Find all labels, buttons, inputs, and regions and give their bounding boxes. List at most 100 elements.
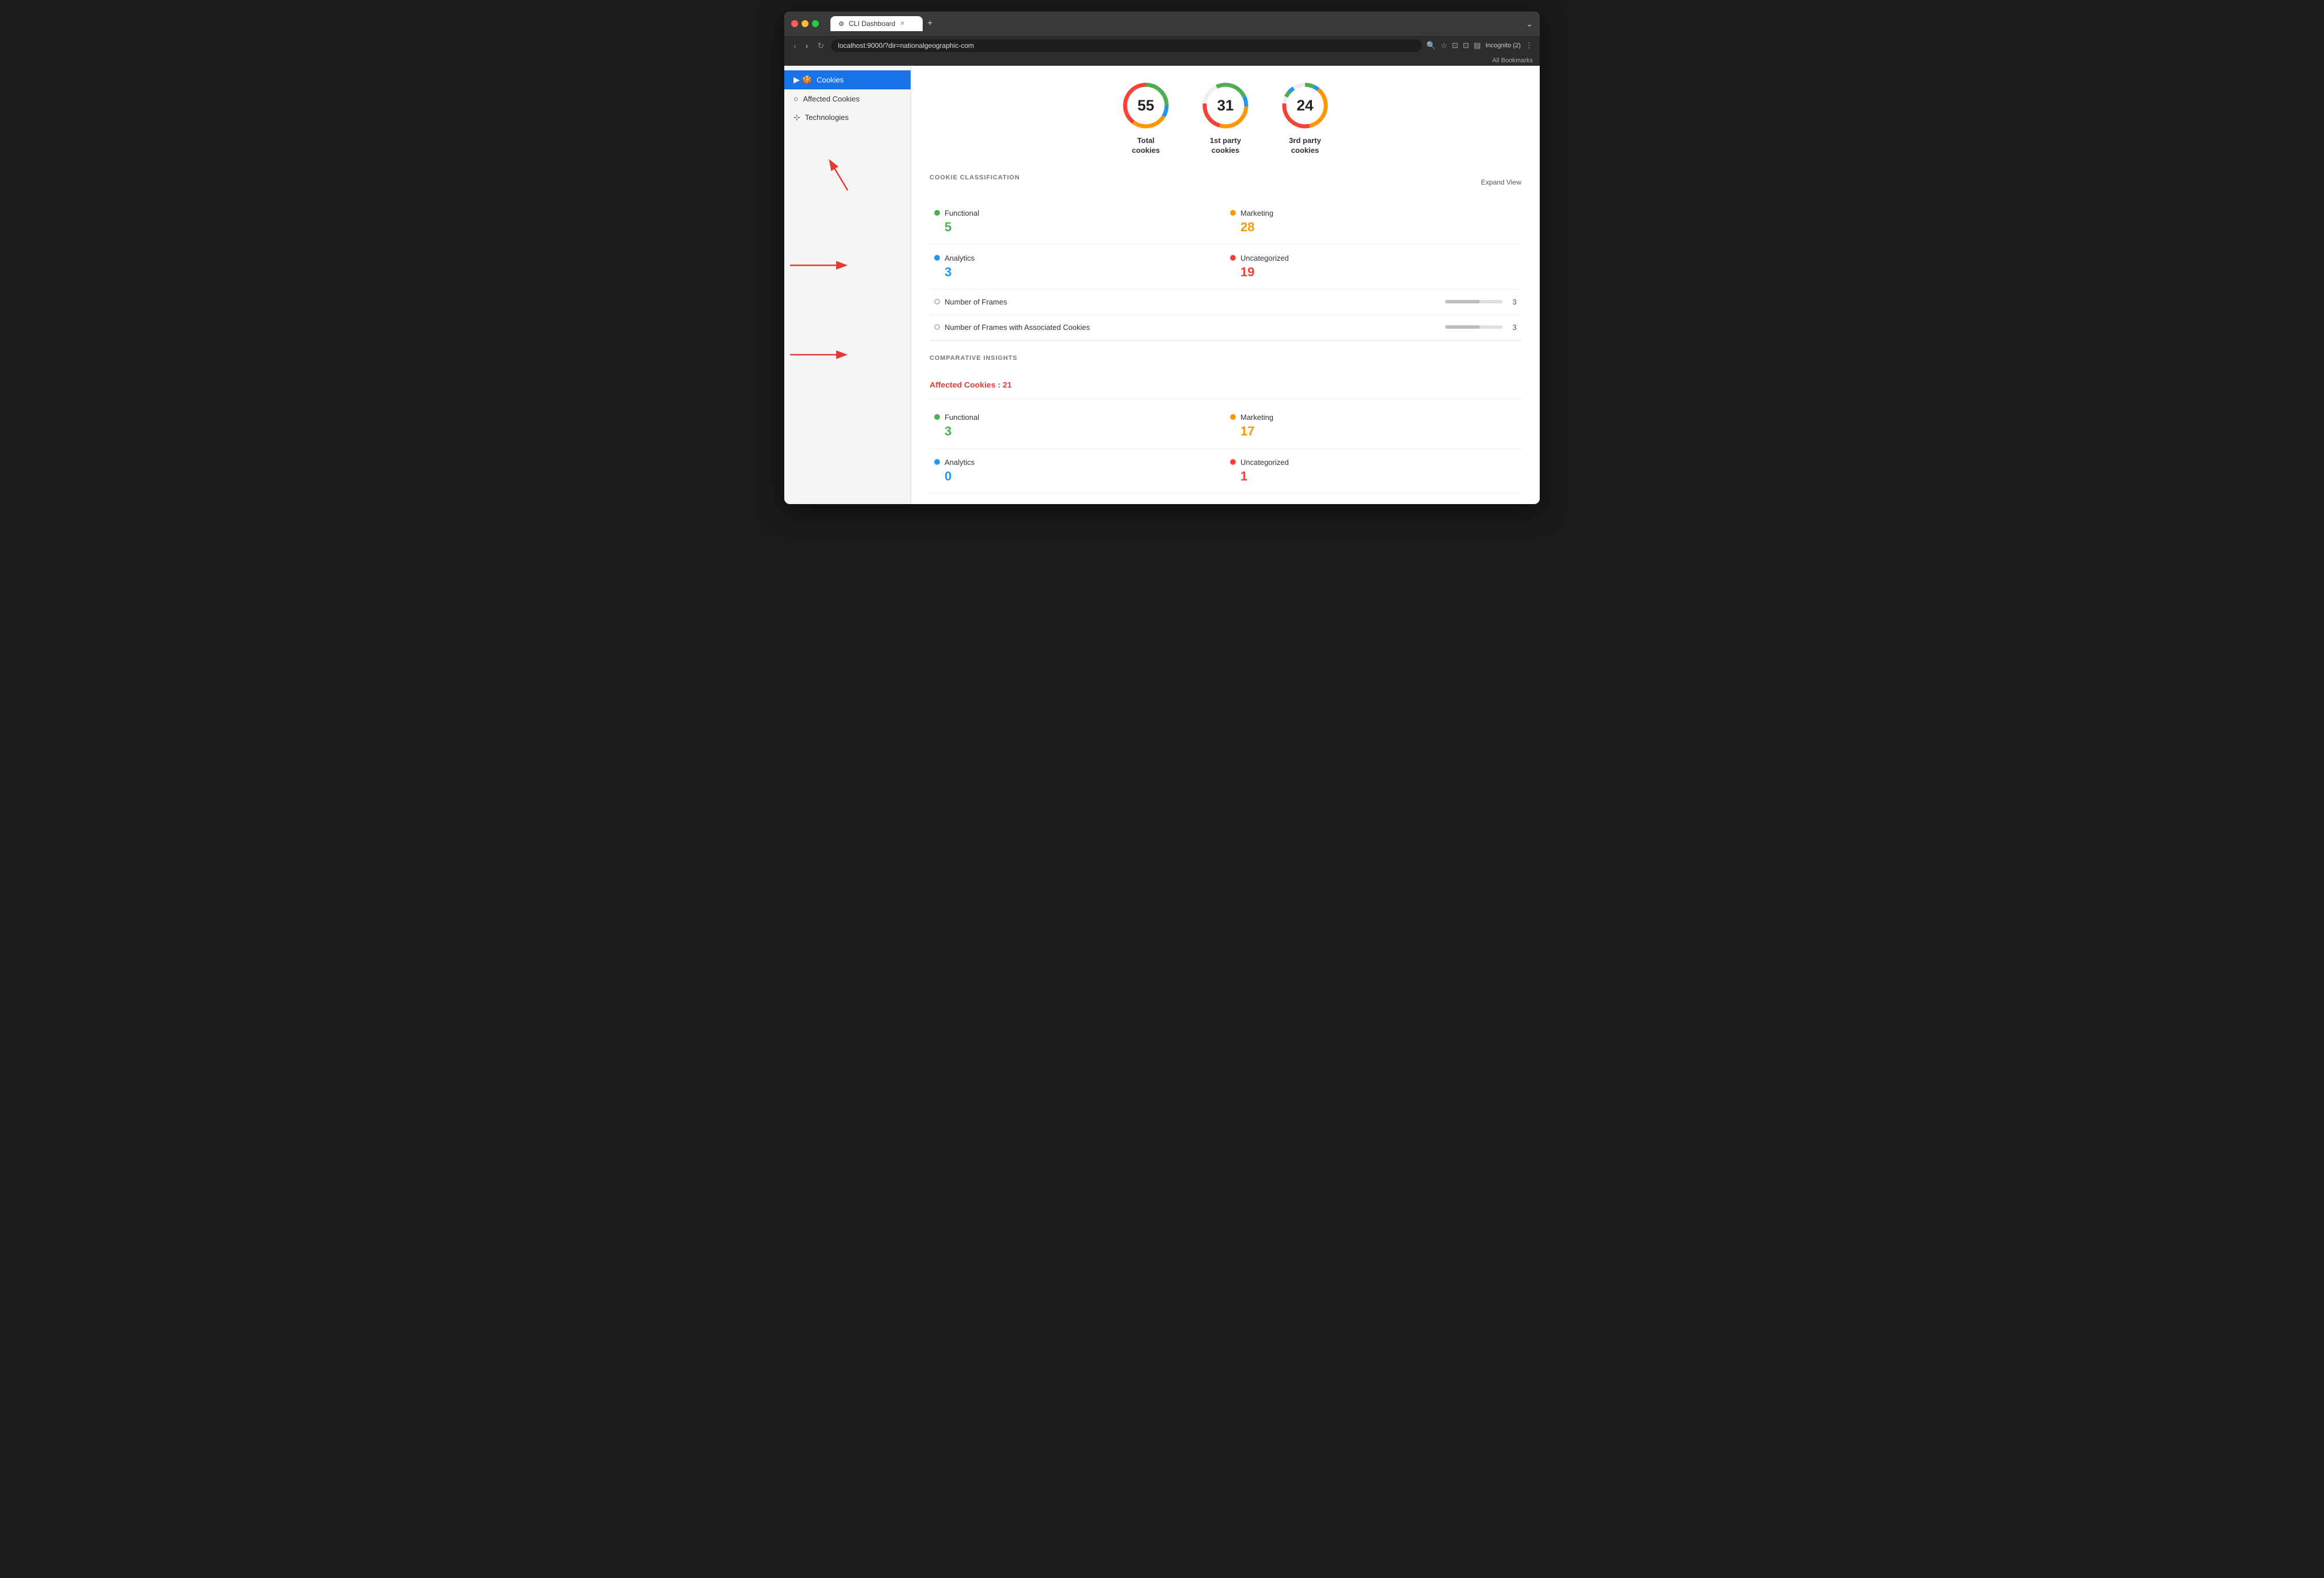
comparative-header: COMPARATIVE INSIGHTS [930,355,1521,371]
back-button[interactable]: ‹ [791,40,799,51]
frames-cookies-dot [934,324,940,330]
comparative-grid: Functional 3 Marketing 17 [930,404,1521,494]
uncategorized-label: Uncategorized [1240,254,1289,262]
stat-third-party: 24 3rd party cookies [1279,80,1331,156]
comp-functional-count: 3 [934,424,1221,439]
technologies-icon: ⊹ [794,112,800,122]
arrow-right-annotation-1 [784,257,853,274]
comp-functional: Functional 3 [930,404,1225,449]
frame-row-num-frames: Number of Frames 3 [930,290,1521,315]
bookmarks-bar: All Bookmarks [784,55,1540,66]
affected-cookies-icon: ○ [794,94,798,103]
refresh-button[interactable]: ↻ [815,40,826,52]
class-marketing: Marketing 28 [1225,200,1521,245]
marketing-count: 28 [1230,220,1517,235]
functional-label: Functional [945,209,979,217]
frames-count: 3 [1507,298,1517,306]
url-text: localhost:9000/?dir=nationalgeographic-c… [838,42,974,50]
stats-row: 55 Total cookies [930,80,1521,156]
classification-header: COOKIE CLASSIFICATION Expand View [930,174,1521,190]
affected-cookies-label: Affected Cookies : 21 [930,380,1521,389]
analytics-count: 3 [934,265,1221,280]
comp-uncategorized-count: 1 [1230,469,1517,484]
sidebar-item-affected-cookies[interactable]: ○ Affected Cookies [784,89,911,108]
sidebar-item-cookies[interactable]: ▶ 🍪 Cookies [784,70,911,89]
address-bar[interactable]: localhost:9000/?dir=nationalgeographic-c… [831,39,1422,52]
comp-marketing: Marketing 17 [1225,404,1521,449]
class-analytics: Analytics 3 [930,245,1225,290]
forward-button[interactable]: › [803,40,811,51]
expand-view-button[interactable]: Expand View [1481,178,1521,186]
sidebar-item-cookies-label: Cookies [817,76,844,84]
comparative-title: COMPARATIVE INSIGHTS [930,355,1017,362]
sidebar-item-affected-label: Affected Cookies [803,95,859,103]
comp-analytics-count: 0 [934,469,1221,484]
frames-cookies-bar-container: 3 [1445,323,1517,332]
analytics-label: Analytics [945,254,975,262]
third-party-value: 24 [1297,97,1314,115]
comp-uncategorized-dot [1230,459,1236,465]
class-functional: Functional 5 [930,200,1225,245]
comp-marketing-count: 17 [1230,424,1517,439]
arrow-right-annotation-2 [784,346,853,363]
new-tab-button[interactable]: + [923,16,937,31]
frames-bar-fill [1445,300,1480,303]
minimize-traffic-light[interactable] [802,20,808,27]
bookmarks-label: All Bookmarks [1492,57,1533,64]
app-layout: ▶ 🍪 Cookies ○ Affected Cookies ⊹ Technol… [784,66,1540,504]
window-controls: ⌄ [1526,19,1533,29]
first-party-label: 1st party cookies [1210,136,1241,156]
split-view-icon: ▤ [1474,41,1481,50]
comp-functional-dot [934,414,940,420]
comp-functional-label: Functional [945,413,979,422]
frames-dot [934,299,940,305]
sidebar: ▶ 🍪 Cookies ○ Affected Cookies ⊹ Technol… [784,66,911,504]
marketing-label: Marketing [1240,209,1273,217]
zoom-icon: 🔍 [1427,41,1436,50]
tab-close-button[interactable]: ✕ [900,21,905,27]
tab-bar: ⚙ CLI Dashboard ✕ + [830,16,1521,31]
frames-bar [1445,300,1503,303]
frames-cookies-bar-fill [1445,325,1480,329]
toolbar-actions: 🔍 ☆ ⊡ ⊡ ▤ Incognito (2) ⋮ [1427,41,1533,50]
classification-section: COOKIE CLASSIFICATION Expand View Functi… [930,174,1521,341]
comp-analytics-dot [934,459,940,465]
stat-total-cookies: 55 Total cookies [1120,80,1172,156]
donut-third-party: 24 [1279,80,1331,132]
frame-row-with-cookies: Number of Frames with Associated Cookies… [930,315,1521,340]
main-content: 55 Total cookies [911,66,1540,504]
sidebar-item-technologies[interactable]: ⊹ Technologies [784,108,911,127]
frames-label: Number of Frames [945,298,1441,306]
bookmark-icon[interactable]: ☆ [1441,41,1447,50]
extensions-icon: ⊡ [1452,41,1458,50]
comp-marketing-dot [1230,414,1236,420]
close-traffic-light[interactable] [791,20,798,27]
analytics-dot [934,255,940,261]
frames-bar-container: 3 [1445,298,1517,306]
browser-toolbar: ‹ › ↻ localhost:9000/?dir=nationalgeogra… [784,36,1540,55]
classification-title: COOKIE CLASSIFICATION [930,174,1020,181]
comp-analytics: Analytics 0 [930,449,1225,494]
class-uncategorized: Uncategorized 19 [1225,245,1521,290]
third-party-label: 3rd party cookies [1289,136,1321,156]
tab-title: CLI Dashboard [849,20,896,28]
comp-uncategorized-label: Uncategorized [1240,458,1289,467]
cookies-icon: ▶ 🍪 [794,75,812,85]
maximize-traffic-light[interactable] [812,20,819,27]
tab-icon: ⚙ [838,20,844,28]
total-label: Total cookies [1132,136,1160,156]
functional-dot [934,210,940,216]
menu-icon[interactable]: ⋮ [1525,41,1533,50]
marketing-dot [1230,210,1236,216]
functional-count: 5 [934,220,1221,235]
browser-chrome: ⚙ CLI Dashboard ✕ + ⌄ [784,12,1540,36]
frames-cookies-label: Number of Frames with Associated Cookies [945,323,1441,332]
uncategorized-dot [1230,255,1236,261]
first-party-value: 31 [1217,97,1234,115]
stat-first-party: 31 1st party cookies [1199,80,1251,156]
arrow-up-annotation [819,150,865,196]
cast-icon: ⊡ [1463,41,1469,50]
comp-analytics-label: Analytics [945,458,975,467]
donut-first-party: 31 [1199,80,1251,132]
active-tab[interactable]: ⚙ CLI Dashboard ✕ [830,16,923,31]
